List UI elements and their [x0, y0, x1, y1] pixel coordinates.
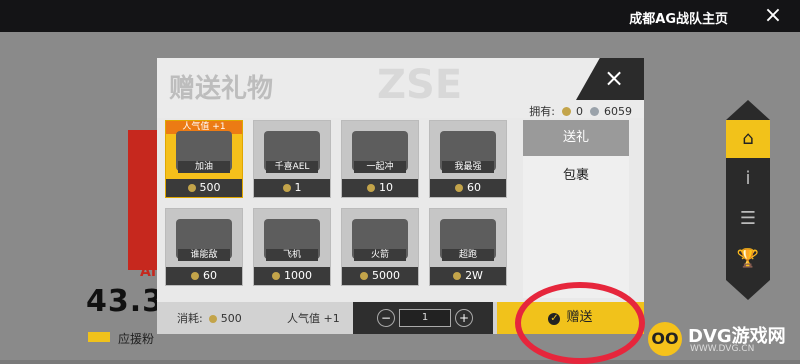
gift-card-7[interactable]: 火箭 5000: [341, 208, 419, 286]
top-bar: 成都AG战队主页 ×: [0, 0, 800, 32]
chat-icon[interactable]: ☰: [726, 200, 770, 238]
gift-label: 火箭: [354, 249, 406, 261]
cost-display: 消耗: 500: [177, 312, 242, 325]
close-icon[interactable]: ×: [760, 3, 786, 29]
gift-price: 60: [166, 267, 242, 285]
gift-price: 2W: [430, 267, 506, 285]
right-panel: 送礼 包裹: [523, 120, 629, 298]
logo-sub: WWW.DVG.CN: [690, 344, 755, 354]
package-button[interactable]: 包裹: [523, 158, 629, 194]
site-logo: OO DVG游戏网 WWW.DVG.CN: [648, 322, 798, 358]
gift-card-5[interactable]: 谁能敌 60: [165, 208, 243, 286]
gem-icon: [589, 107, 599, 116]
quantity-stepper: − 1 +: [353, 302, 493, 334]
coin-icon: [282, 184, 291, 192]
logo-badge: OO: [648, 322, 682, 356]
gift-label: 飞机: [266, 249, 318, 261]
gift-card-8[interactable]: 超跑 2W: [429, 208, 507, 286]
plus-button[interactable]: +: [455, 309, 473, 327]
coin-icon: [367, 184, 375, 192]
page-title: 成都AG战队主页: [629, 12, 728, 27]
coin-icon: [453, 272, 462, 280]
sidebar-notch-top: [726, 100, 770, 120]
send-gift-button[interactable]: 送礼: [523, 120, 629, 156]
owned-gem: 6059: [604, 105, 632, 118]
gift-card-2[interactable]: 千喜AEL 1: [253, 120, 331, 198]
yellow-bar: [88, 332, 110, 342]
coin-icon: [455, 184, 463, 192]
home-icon[interactable]: ⌂: [726, 120, 770, 158]
coin-icon: [360, 272, 368, 280]
quantity-input[interactable]: 1: [399, 309, 451, 327]
gift-label: 一起冲: [354, 161, 406, 173]
gift-price: 500: [166, 179, 242, 197]
gift-card-6[interactable]: 飞机 1000: [253, 208, 331, 286]
gift-label: 千喜AEL: [266, 161, 318, 173]
owned-balance: 拥有: 0 6059: [529, 103, 632, 119]
popularity-display: 人气值 +1: [287, 312, 340, 325]
owned-label: 拥有:: [529, 105, 555, 118]
dialog-title: 赠送礼物: [169, 74, 274, 104]
owned-coin: 0: [576, 105, 583, 118]
close-button[interactable]: ×: [598, 62, 630, 94]
trophy-icon[interactable]: 🏆: [726, 240, 770, 278]
coin-icon: [561, 107, 571, 116]
right-sidebar: ⌂ i ☰ 🏆: [726, 100, 770, 300]
coin-icon: [187, 184, 196, 192]
minus-button[interactable]: −: [377, 309, 395, 327]
big-number: 43.3: [86, 284, 165, 319]
sidebar-notch-bottom: [726, 280, 770, 300]
gift-card-3[interactable]: 一起冲 10: [341, 120, 419, 198]
gift-card-1[interactable]: 人气值 +1 加油 500: [165, 120, 243, 198]
gift-card-4[interactable]: 我最强 60: [429, 120, 507, 198]
gift-price: 1: [254, 179, 330, 197]
coin-icon: [208, 315, 217, 323]
coin-icon: [191, 272, 199, 280]
gift-price: 5000: [342, 267, 418, 285]
header-watermark: ZSE: [377, 62, 463, 108]
cheer-label: 应援粉: [118, 332, 155, 346]
gift-price: 60: [430, 179, 506, 197]
gift-label: 谁能敌: [178, 249, 230, 261]
gift-label: 我最强: [442, 161, 494, 173]
red-letters: AI: [140, 264, 157, 280]
gift-label: 超跑: [442, 249, 494, 261]
gift-grid: 人气值 +1 加油 500 千喜AEL 1 一起冲 10 我最强 60 谁能敌 …: [165, 120, 515, 288]
info-icon[interactable]: i: [726, 160, 770, 198]
gift-price: 10: [342, 179, 418, 197]
coin-icon: [272, 272, 280, 280]
gift-price: 1000: [254, 267, 330, 285]
highlight-ring: [515, 282, 645, 364]
gift-label: 加油: [178, 161, 230, 173]
